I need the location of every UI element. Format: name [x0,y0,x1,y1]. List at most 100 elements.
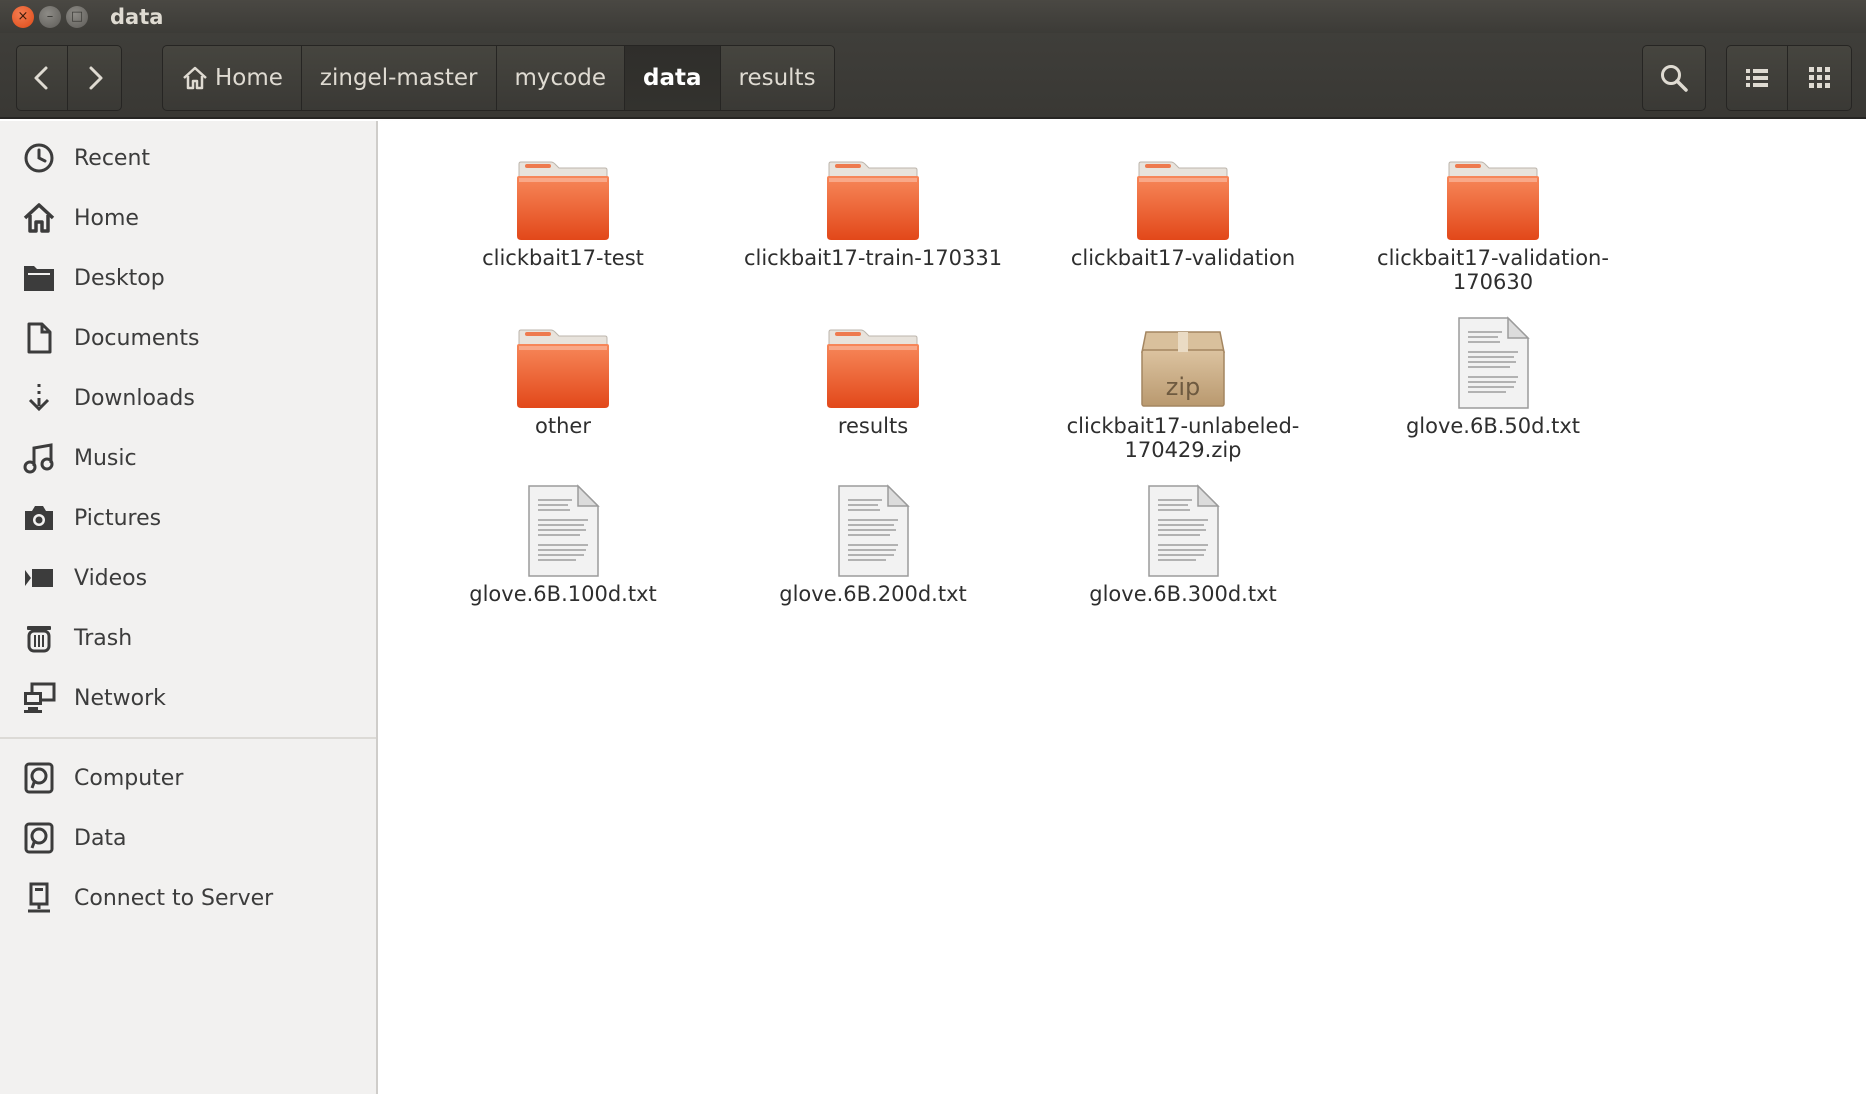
folder-icon [813,314,933,410]
sidebar-separator [0,737,376,739]
sidebar: Recent Home Desktop Documents Downloads … [0,121,378,1094]
search-button[interactable] [1643,46,1705,110]
server-icon [20,879,58,917]
drive-icon [20,819,58,857]
text-file-icon [1123,482,1243,578]
home-icon [183,66,207,90]
sidebar-item-label: Connect to Server [74,885,274,911]
file-item-text[interactable]: glove.6B.100d.txt [418,482,708,606]
video-icon [20,559,58,597]
list-view-button[interactable] [1727,46,1789,110]
file-name: glove.6B.50d.txt [1405,414,1581,438]
file-item-folder[interactable]: clickbait17-validation [1038,146,1328,270]
forward-button[interactable] [68,46,121,110]
chevron-left-icon [34,66,48,90]
grid-view-icon [1808,67,1830,88]
file-name: clickbait17-validation-170630 [1377,246,1609,294]
document-icon [20,319,58,357]
desktop-icon [20,259,58,297]
sidebar-item-label: Music [74,445,137,471]
archive-icon: zip [1123,314,1243,410]
breadcrumb-mycode[interactable]: mycode [497,46,625,110]
sidebar-item-trash[interactable]: Trash [0,610,376,666]
close-window-button[interactable]: × [12,5,34,28]
window-controls: × – □ [12,5,88,28]
clock-icon [20,139,58,177]
file-item-text[interactable]: glove.6B.300d.txt [1038,482,1328,606]
sidebar-item-home[interactable]: Home [0,190,376,246]
sidebar-item-music[interactable]: Music [0,430,376,486]
file-item-text[interactable]: glove.6B.200d.txt [728,482,1018,606]
back-button[interactable] [17,46,69,110]
breadcrumb-results[interactable]: results [721,46,834,110]
folder-icon [503,146,623,242]
sidebar-item-label: Computer [74,765,184,791]
sidebar-item-pictures[interactable]: Pictures [0,490,376,546]
sidebar-item-label: Documents [74,325,200,351]
file-item-folder[interactable]: clickbait17-validation-170630 [1348,146,1638,294]
breadcrumb: Home zingel-master mycode data results [162,45,835,111]
text-file-icon [1433,314,1553,410]
file-item-zip[interactable]: zip clickbait17-unlabeled-170429.zip [1038,314,1328,462]
file-name: clickbait17-test [482,246,644,270]
breadcrumb-home[interactable]: Home [163,46,302,110]
minimize-window-button[interactable]: – [39,5,61,28]
folder-icon [813,146,933,242]
view-group [1726,45,1852,111]
folder-icon [1433,146,1553,242]
file-item-text[interactable]: glove.6B.50d.txt [1348,314,1638,438]
sidebar-item-label: Desktop [74,265,165,291]
toolbar: Home zingel-master mycode data results [0,33,1866,119]
file-grid: clickbait17-test clickbait17-train-17033… [390,121,1866,1094]
sidebar-item-label: Home [74,205,139,231]
home-icon [20,199,58,237]
sidebar-item-label: Pictures [74,505,162,531]
file-name: clickbait17-unlabeled-170429.zip [1066,414,1300,462]
grid-view-button[interactable] [1788,46,1851,110]
sidebar-item-data[interactable]: Data [0,810,376,866]
network-icon [20,679,58,717]
zip-badge-text: zip [1166,373,1201,401]
file-name: glove.6B.100d.txt [469,582,657,606]
sidebar-item-recent[interactable]: Recent [0,130,376,186]
file-name: clickbait17-validation [1070,246,1296,270]
file-name: glove.6B.300d.txt [1089,582,1277,606]
file-item-folder[interactable]: other [418,314,708,438]
breadcrumb-data[interactable]: data [625,46,721,110]
maximize-window-button[interactable]: □ [66,5,88,28]
text-file-icon [813,482,933,578]
sidebar-item-label: Recent [74,145,151,171]
sidebar-item-label: Trash [74,625,133,651]
search-icon [1661,65,1688,92]
sidebar-item-computer[interactable]: Computer [0,750,376,806]
sidebar-item-network[interactable]: Network [0,670,376,726]
list-view-icon [1746,69,1769,87]
file-name: results [837,414,909,438]
camera-icon [20,499,58,537]
breadcrumb-zingel-master[interactable]: zingel-master [302,46,497,110]
file-name: other [535,414,591,438]
file-item-folder[interactable]: results [728,314,1018,438]
folder-icon [503,314,623,410]
file-item-folder[interactable]: clickbait17-test [418,146,708,270]
file-item-folder[interactable]: clickbait17-train-170331 [728,146,1018,270]
sidebar-item-label: Videos [74,565,148,591]
file-name: clickbait17-train-170331 [743,246,1003,270]
window-title: data [110,4,164,29]
sidebar-item-downloads[interactable]: Downloads [0,370,376,426]
sidebar-item-videos[interactable]: Videos [0,550,376,606]
text-file-icon [503,482,623,578]
trash-icon [20,619,58,657]
file-name: glove.6B.200d.txt [779,582,967,606]
sidebar-item-desktop[interactable]: Desktop [0,250,376,306]
music-icon [20,439,58,477]
download-icon [20,379,58,417]
breadcrumb-home-label: Home [215,65,283,91]
sidebar-item-label: Downloads [74,385,195,411]
title-bar: × – □ data [0,0,1866,33]
sidebar-item-label: Data [74,825,127,851]
nav-buttons [16,45,122,111]
folder-icon [1123,146,1243,242]
sidebar-item-documents[interactable]: Documents [0,310,376,366]
sidebar-item-connect-to-server[interactable]: Connect to Server [0,870,376,926]
